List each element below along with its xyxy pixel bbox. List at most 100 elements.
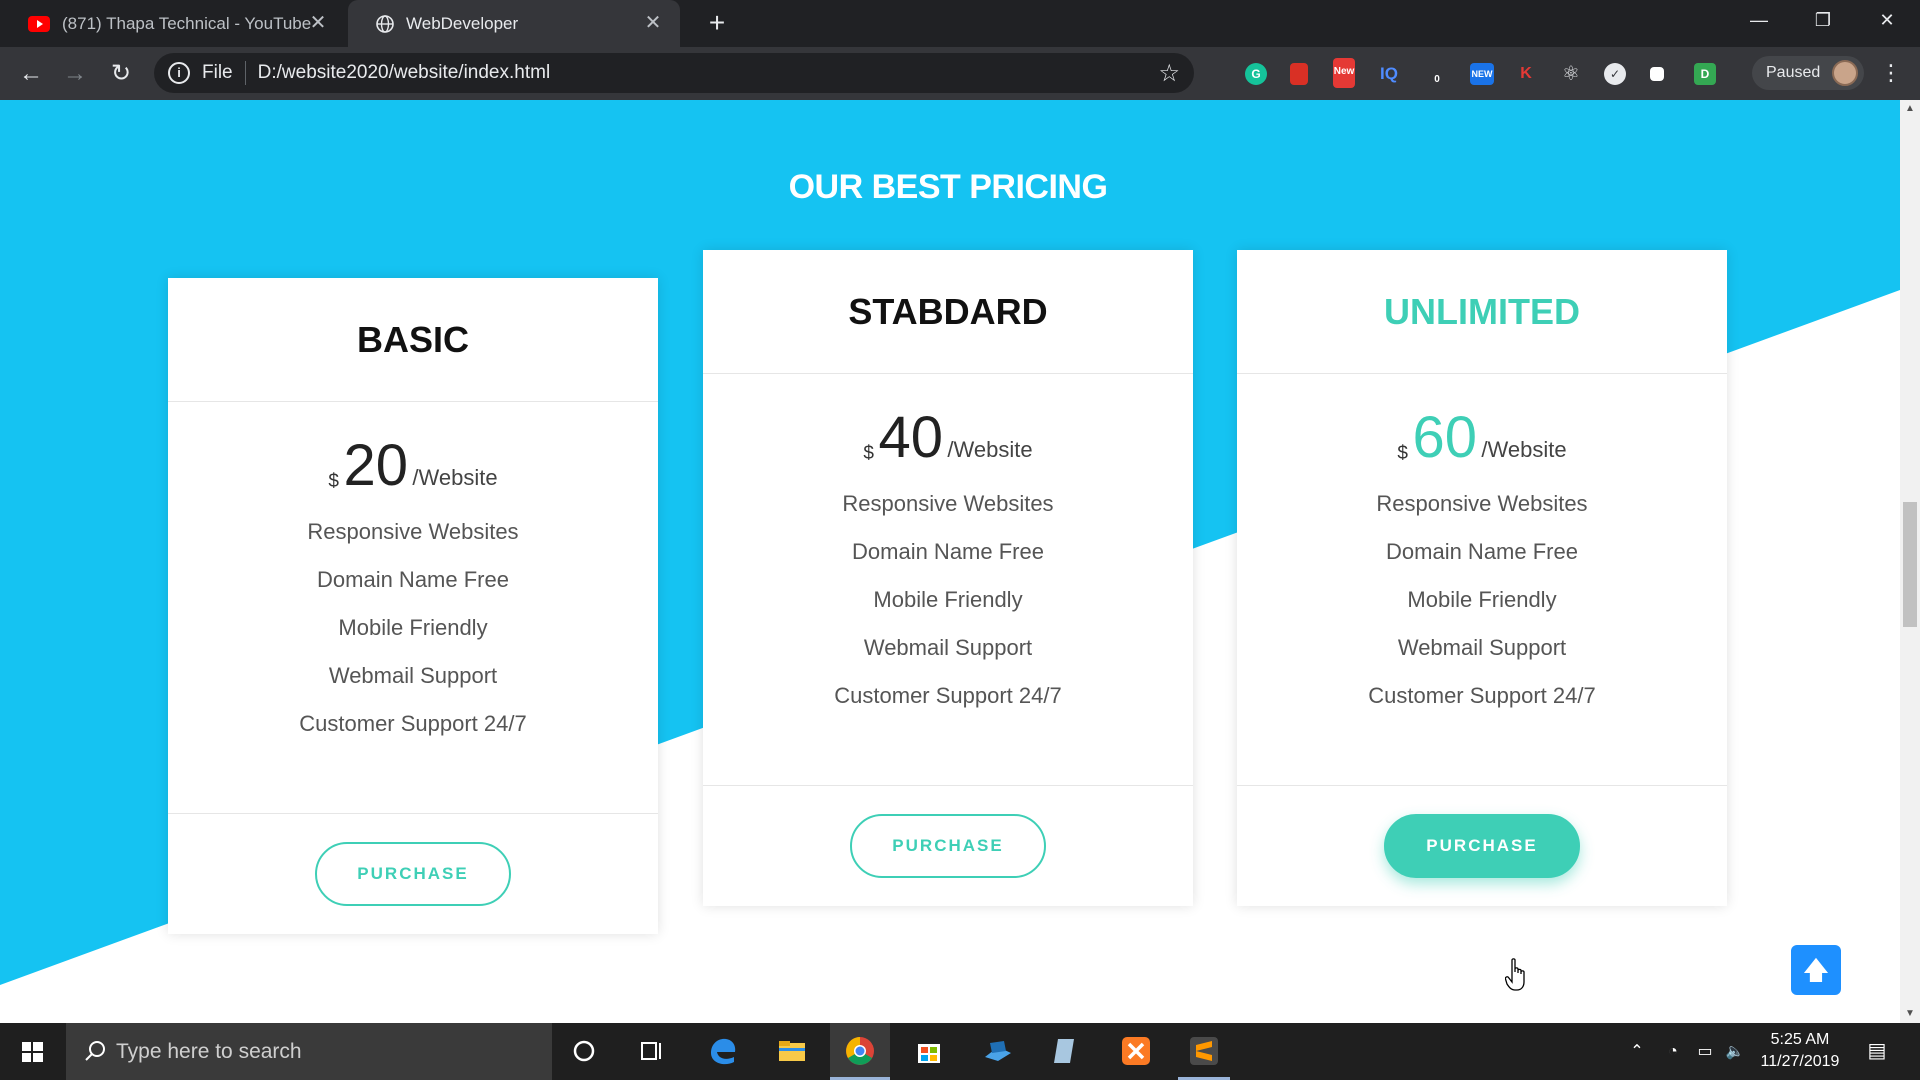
- bookmark-ext-icon[interactable]: [1290, 63, 1308, 85]
- new-tab-button[interactable]: +: [702, 8, 732, 38]
- app-icon-blue[interactable]: [980, 1033, 1016, 1069]
- currency: $: [1397, 443, 1408, 464]
- address-bar[interactable]: i File D:/website2020/website/index.html…: [154, 53, 1194, 93]
- page-scrollbar[interactable]: ▲ ▼: [1900, 100, 1920, 1023]
- browser-toolbar: ← → ↻ i File D:/website2020/website/inde…: [0, 47, 1920, 100]
- notification-icon[interactable]: ▤: [1862, 1023, 1892, 1080]
- currency: $: [863, 443, 874, 464]
- period: /Website: [947, 437, 1033, 462]
- plan-body: $ 60 /Website Responsive Websites Domain…: [1237, 374, 1727, 786]
- d-ext-icon[interactable]: D: [1694, 63, 1716, 85]
- taskbar: Type here to search ⌃ ◔ ▭ 🔈 5:25 AM 11/2…: [0, 1023, 1920, 1080]
- profile-button[interactable]: Paused: [1752, 56, 1864, 90]
- battery-icon[interactable]: ▭: [1692, 1023, 1718, 1080]
- amount: 60: [1412, 405, 1477, 470]
- plan-footer: PURCHASE: [703, 786, 1193, 906]
- network-icon[interactable]: ◔: [1660, 1023, 1686, 1080]
- tab-label: (871) Thapa Technical - YouTube: [62, 13, 312, 33]
- close-icon[interactable]: ✕: [642, 12, 664, 34]
- chrome-icon[interactable]: [842, 1033, 878, 1069]
- page-viewport: OUR BEST PRICING BASIC $ 20 /Website Res…: [0, 100, 1900, 1023]
- minimize-button[interactable]: —: [1733, 0, 1785, 40]
- grammarly-icon[interactable]: G: [1245, 63, 1267, 85]
- k-ext-icon[interactable]: K: [1515, 63, 1537, 85]
- taskbar-clock[interactable]: 5:25 AM 11/27/2019: [1740, 1029, 1860, 1073]
- bookmark-star-icon[interactable]: ☆: [1158, 59, 1180, 88]
- store-icon[interactable]: [911, 1033, 947, 1069]
- scroll-up-icon[interactable]: ▲: [1900, 102, 1920, 116]
- circle-ext-icon[interactable]: ✓: [1604, 63, 1626, 85]
- window-close-button[interactable]: ✕: [1861, 0, 1913, 40]
- protocol-label: File: [202, 62, 233, 83]
- menu-icon[interactable]: ⋮: [1880, 56, 1902, 90]
- new-ext-icon[interactable]: NEW: [1470, 63, 1494, 85]
- purchase-button[interactable]: PURCHASE: [1384, 814, 1580, 878]
- avatar: [1832, 60, 1858, 86]
- divider: [244, 61, 246, 85]
- plan-body: $ 20 /Website Responsive Websites Domain…: [168, 402, 658, 814]
- ext-label: 0: [1434, 74, 1440, 85]
- close-icon[interactable]: ✕: [307, 12, 329, 34]
- globe-icon: [376, 14, 394, 33]
- pricing-card-basic: BASIC $ 20 /Website Responsive Websites …: [168, 278, 658, 934]
- currency: $: [328, 471, 339, 492]
- back-icon[interactable]: ←: [16, 59, 46, 89]
- plan-price: $ 60 /Website: [1237, 404, 1727, 470]
- plan-name: BASIC: [168, 278, 658, 402]
- purchase-button[interactable]: PURCHASE: [850, 814, 1046, 878]
- feature-item: Customer Support 24/7: [834, 683, 1062, 708]
- feature-item: Customer Support 24/7: [299, 711, 527, 736]
- back-to-top-button[interactable]: 🡅: [1791, 945, 1841, 995]
- plan-body: $ 40 /Website Responsive Websites Domain…: [703, 374, 1193, 786]
- clock-date: 11/27/2019: [1760, 1053, 1840, 1070]
- app-icon-notes[interactable]: [1048, 1033, 1084, 1069]
- scroll-down-icon[interactable]: ▼: [1900, 1007, 1920, 1021]
- windows-start-icon[interactable]: [0, 1023, 66, 1080]
- feature-item: Mobile Friendly: [873, 587, 1023, 612]
- react-ext-icon[interactable]: ⚛: [1560, 63, 1582, 85]
- amount: 40: [878, 405, 943, 470]
- feature-item: Webmail Support: [1397, 635, 1567, 660]
- new-badge-ext-icon[interactable]: New: [1333, 58, 1355, 88]
- xampp-icon[interactable]: [1118, 1033, 1154, 1069]
- purchase-button[interactable]: PURCHASE: [315, 842, 511, 906]
- square-ext-icon[interactable]: [1650, 67, 1664, 81]
- feature-item: Domain Name Free: [317, 567, 509, 592]
- period: /Website: [1481, 437, 1567, 462]
- taskbar-search[interactable]: Type here to search: [66, 1023, 552, 1080]
- browser-tab-strip: (871) Thapa Technical - YouTube ✕ WebDev…: [0, 0, 1920, 47]
- feature-item: Domain Name Free: [1386, 539, 1578, 564]
- feature-item: Domain Name Free: [852, 539, 1044, 564]
- plan-footer: PURCHASE: [168, 814, 658, 934]
- iq-ext-icon[interactable]: IQ: [1378, 63, 1400, 85]
- plan-footer: PURCHASE: [1237, 786, 1727, 906]
- tab-youtube[interactable]: (871) Thapa Technical - YouTube ✕: [0, 0, 345, 47]
- ext-label: NEW: [1471, 69, 1493, 79]
- plan-name: UNLIMITED: [1237, 250, 1727, 374]
- tab-webdeveloper[interactable]: WebDeveloper ✕: [348, 0, 680, 47]
- feature-item: Mobile Friendly: [338, 615, 488, 640]
- scrollbar-thumb[interactable]: [1903, 502, 1917, 627]
- cortana-icon[interactable]: [566, 1033, 602, 1069]
- hand-cursor-icon: [1505, 958, 1525, 991]
- reload-icon[interactable]: ↻: [106, 59, 136, 89]
- info-icon[interactable]: i: [168, 62, 190, 84]
- feature-item: Customer Support 24/7: [1368, 683, 1596, 708]
- file-explorer-icon[interactable]: [774, 1033, 810, 1069]
- feature-item: Webmail Support: [328, 663, 498, 688]
- feature-item: Responsive Websites: [842, 491, 1054, 516]
- edge-icon[interactable]: [705, 1033, 741, 1069]
- task-view-icon[interactable]: [634, 1033, 670, 1069]
- counter-ext-icon[interactable]: 0: [1426, 63, 1448, 85]
- ext-label: K: [1520, 65, 1532, 82]
- profile-status: Paused: [1766, 64, 1821, 81]
- ext-label: IQ: [1380, 64, 1398, 83]
- sublime-text-icon[interactable]: [1186, 1033, 1222, 1069]
- plan-name: STABDARD: [703, 250, 1193, 374]
- tray-chevron-icon[interactable]: ⌃: [1624, 1023, 1650, 1080]
- pricing-card-standard: STABDARD $ 40 /Website Responsive Websit…: [703, 250, 1193, 906]
- restore-button[interactable]: ❐: [1797, 0, 1849, 40]
- arrow-up-icon: 🡅: [1802, 955, 1830, 985]
- url-text[interactable]: D:/website2020/website/index.html: [258, 62, 551, 84]
- forward-icon[interactable]: →: [60, 59, 90, 89]
